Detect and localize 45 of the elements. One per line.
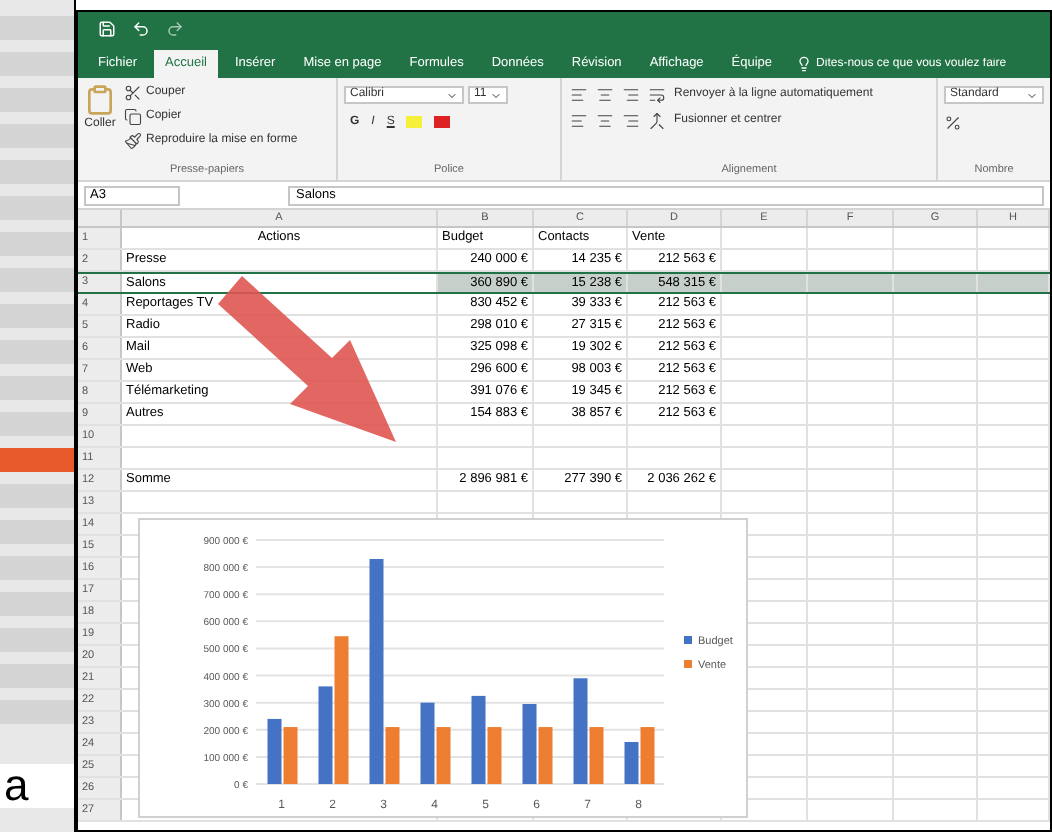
- background-row: [0, 520, 74, 544]
- background-row: [0, 340, 74, 364]
- background-row: [0, 556, 74, 580]
- background-row: [0, 484, 74, 508]
- background-row: [0, 664, 74, 688]
- fill-color-icon[interactable]: [406, 116, 423, 128]
- legend-swatch: [684, 660, 692, 668]
- chevron-down-icon: [1026, 89, 1038, 101]
- background-row: [0, 196, 74, 220]
- background-row: [0, 448, 74, 472]
- percent-icon[interactable]: [944, 114, 962, 132]
- chevron-down-icon: [446, 89, 458, 101]
- align-left-icon[interactable]: [570, 86, 588, 104]
- font-color-icon[interactable]: [434, 116, 451, 128]
- redo-icon[interactable]: [166, 20, 184, 38]
- align-right-icon[interactable]: [622, 112, 640, 130]
- align-center-icon[interactable]: [596, 112, 614, 130]
- background-row: [0, 412, 74, 436]
- paintbrush-icon[interactable]: [124, 132, 142, 150]
- save-icon[interactable]: [98, 20, 116, 38]
- align-right-icon[interactable]: [622, 86, 640, 104]
- background-row: [0, 16, 74, 40]
- background-row: [0, 304, 74, 328]
- wrap-text-icon[interactable]: [648, 86, 666, 104]
- background-row: [0, 268, 74, 292]
- background-row: [0, 124, 74, 148]
- merge-icon[interactable]: [648, 112, 666, 130]
- background-row: [0, 160, 74, 184]
- chevron-down-icon: [490, 89, 502, 101]
- copy-icon[interactable]: [124, 108, 142, 126]
- clipboard-icon: [84, 84, 116, 116]
- background-row: [0, 88, 74, 112]
- background-row: [0, 592, 74, 616]
- lightbulb-icon: [796, 56, 813, 72]
- align-center-icon[interactable]: [596, 86, 614, 104]
- background-row: [0, 628, 74, 652]
- align-left-icon[interactable]: [570, 112, 588, 130]
- page-text: a: [0, 764, 74, 808]
- background-row: [0, 232, 74, 256]
- background-row: [0, 376, 74, 400]
- background-row: [0, 700, 74, 724]
- scissors-icon[interactable]: [124, 84, 142, 102]
- undo-icon[interactable]: [132, 20, 150, 38]
- legend-swatch: [684, 636, 692, 644]
- background-row: [0, 52, 74, 76]
